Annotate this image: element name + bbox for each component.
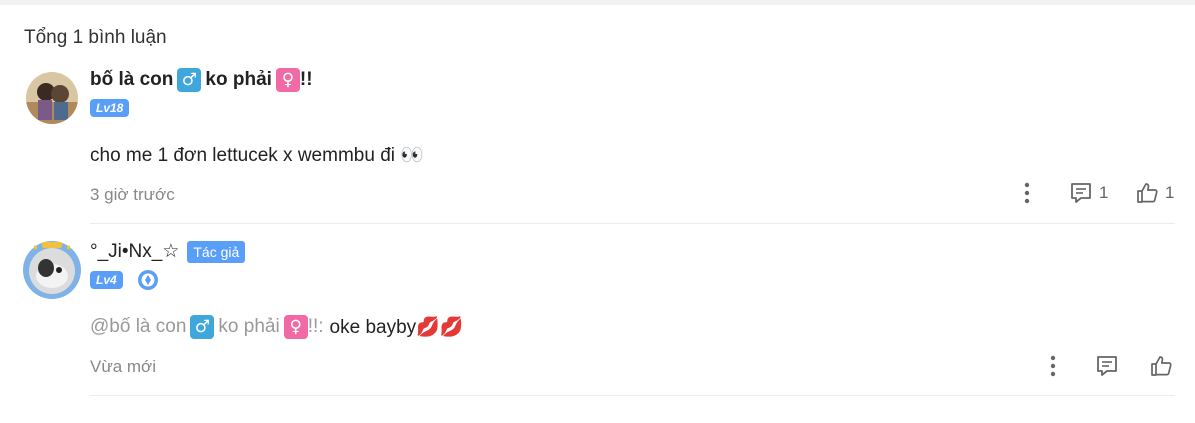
like-icon xyxy=(1137,183,1158,203)
mention-link[interactable]: @bố là con ♂ ko phải ♀ !!: xyxy=(90,315,324,339)
username[interactable]: °_Ji•Nx_☆ Tác giả xyxy=(90,240,246,263)
reply-button[interactable]: 1 xyxy=(1069,181,1108,205)
more-icon xyxy=(1050,355,1056,377)
top-separator xyxy=(0,0,1195,5)
mention-mid: ko phải xyxy=(218,316,280,337)
username[interactable]: bố là con ♂ ko phải ♀ !! xyxy=(90,68,313,92)
reply-content: @bố là con ♂ ko phải ♀ !!: oke bayby💋💋 xyxy=(90,315,463,339)
reply-icon xyxy=(1097,356,1117,376)
reply-count: 1 xyxy=(1099,183,1109,202)
username-suffix: !! xyxy=(299,69,313,90)
avatar[interactable] xyxy=(22,240,82,300)
comment-text: cho me 1 đơn lettucek x wemmbu đi 👀 xyxy=(90,145,424,166)
like-button[interactable]: 1 xyxy=(1135,181,1174,205)
male-sign-icon: ♂ xyxy=(177,68,202,92)
female-sign-icon: ♀ xyxy=(283,315,308,339)
username-part2: ko phải xyxy=(205,69,272,90)
like-button[interactable] xyxy=(1149,354,1173,378)
level-badge: Lv18 xyxy=(90,99,130,117)
more-icon xyxy=(1024,182,1030,204)
comment-time: Vừa mới xyxy=(90,357,156,376)
comment-time: 3 giờ trước xyxy=(90,185,175,204)
comment-divider xyxy=(90,223,1175,224)
more-options-button[interactable] xyxy=(1018,181,1036,205)
author-badge: Tác giả xyxy=(187,240,246,263)
mention-prefix: @bố là con xyxy=(90,316,187,337)
verified-badge-icon xyxy=(138,270,158,290)
reply-icon xyxy=(1071,183,1091,203)
more-options-button[interactable] xyxy=(1044,354,1062,378)
username-part1: bố là con xyxy=(90,69,174,90)
mention-suffix: !!: xyxy=(307,316,324,337)
female-sign-icon: ♀ xyxy=(275,68,300,92)
like-count: 1 xyxy=(1165,183,1175,202)
reply-text: oke bayby💋💋 xyxy=(329,317,464,338)
like-icon xyxy=(1151,356,1172,376)
comment-count: Tổng 1 bình luận xyxy=(24,27,167,48)
level-badge: Lv4 xyxy=(90,271,123,289)
male-sign-icon: ♂ xyxy=(190,315,215,339)
reply-button[interactable] xyxy=(1095,354,1119,378)
username-label: °_Ji•Nx_☆ xyxy=(90,241,180,262)
comment-divider xyxy=(90,395,1175,396)
avatar[interactable] xyxy=(26,72,78,124)
